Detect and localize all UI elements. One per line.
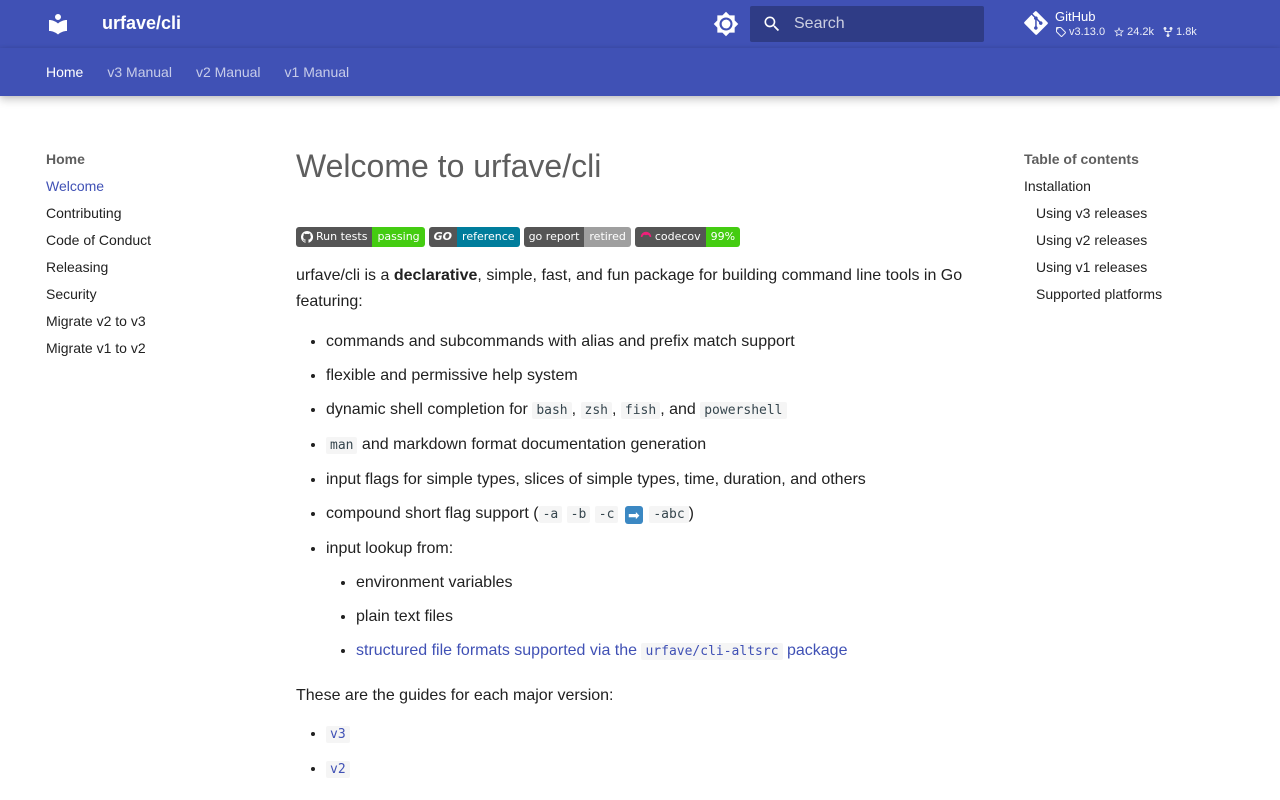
right-arrow-icon: ➡ bbox=[624, 506, 643, 524]
code-flag-a: -a bbox=[538, 506, 563, 523]
codecov-umbrella-icon bbox=[640, 231, 652, 237]
codecov-badge[interactable]: codecov 99% bbox=[634, 227, 741, 247]
toc-item-supported-platforms[interactable]: Supported platforms bbox=[1024, 285, 1244, 312]
fork-icon bbox=[1163, 26, 1173, 37]
nav-item-migrate-v1-v2[interactable]: Migrate v1 to v2 bbox=[46, 339, 246, 366]
list-item: environment variables bbox=[356, 570, 976, 596]
toc-title: Table of contents bbox=[1024, 151, 1139, 167]
star-icon bbox=[1114, 27, 1125, 37]
tab-v2-manual[interactable]: v2 Manual bbox=[196, 64, 261, 80]
toc-item-v3-releases[interactable]: Using v3 releases bbox=[1024, 204, 1244, 231]
go-report-badge[interactable]: go report retired bbox=[523, 227, 631, 247]
git-icon bbox=[1024, 11, 1048, 35]
version-link-v2[interactable]: v2 bbox=[326, 760, 350, 778]
badges: Run tests passing GO reference go report… bbox=[296, 227, 976, 247]
header: urfave/cli GitHub v3.13.0 24.2k 1.8k bbox=[0, 0, 1280, 48]
run-tests-badge[interactable]: Run tests passing bbox=[296, 227, 425, 247]
list-item: input lookup from: environment variables… bbox=[326, 536, 976, 665]
tag-icon bbox=[1056, 27, 1066, 37]
go-reference-badge[interactable]: GO reference bbox=[428, 227, 520, 247]
nav-item-welcome[interactable]: Welcome bbox=[46, 177, 246, 204]
table-of-contents: Table of contents Installation Using v3 … bbox=[1024, 150, 1244, 312]
toc-item-v2-releases[interactable]: Using v2 releases bbox=[1024, 231, 1244, 258]
versions-list: v3 v2 bbox=[296, 721, 976, 783]
primary-nav: Home Welcome Contributing Code of Conduc… bbox=[46, 150, 246, 366]
github-icon bbox=[301, 231, 313, 243]
repo-name: GitHub bbox=[1055, 9, 1096, 24]
list-item: v2 bbox=[326, 756, 976, 783]
nav-item-code-of-conduct[interactable]: Code of Conduct bbox=[46, 231, 246, 258]
toc-item-installation[interactable]: Installation bbox=[1024, 177, 1244, 204]
code-fish: fish bbox=[620, 402, 661, 419]
list-item: compound short flag support (-a -b -c ➡ … bbox=[326, 501, 976, 528]
list-item: dynamic shell completion for bash, zsh, … bbox=[326, 397, 976, 424]
guides-paragraph: These are the guides for each major vers… bbox=[296, 687, 614, 704]
code-bash: bash bbox=[532, 402, 572, 419]
repo-facts: v3.13.0 24.2k 1.8k bbox=[1055, 26, 1197, 38]
tab-v1-manual[interactable]: v1 Manual bbox=[285, 64, 350, 80]
search-box[interactable] bbox=[750, 6, 984, 42]
brightness-toggle-icon[interactable] bbox=[713, 11, 739, 37]
nav-title: Home bbox=[46, 151, 85, 167]
code-flag-c: -c bbox=[594, 506, 619, 523]
list-item: structured file formats supported via th… bbox=[356, 638, 976, 665]
code-flag-b: -b bbox=[566, 506, 591, 523]
repo-stars: 24.2k bbox=[1113, 26, 1154, 38]
tabs-bar: Home v3 Manual v2 Manual v1 Manual bbox=[0, 48, 1280, 96]
code-flag-abc: -abc bbox=[649, 506, 689, 523]
site-title[interactable]: urfave/cli bbox=[102, 13, 181, 34]
repo-version: v3.13.0 bbox=[1055, 26, 1105, 38]
altsrc-link[interactable]: structured file formats supported via th… bbox=[356, 642, 847, 660]
main-content: Welcome to urfave/cli Run tests passing … bbox=[296, 146, 976, 791]
search-icon bbox=[764, 16, 780, 32]
nav-item-releasing[interactable]: Releasing bbox=[46, 258, 246, 285]
list-item: plain text files bbox=[356, 604, 976, 630]
intro-paragraph: urfave/cli is a declarative, simple, fas… bbox=[296, 267, 963, 310]
github-repo-link[interactable]: GitHub v3.13.0 24.2k 1.8k bbox=[1024, 8, 1244, 42]
tabs: Home v3 Manual v2 Manual v1 Manual bbox=[46, 48, 349, 96]
toc-item-v1-releases[interactable]: Using v1 releases bbox=[1024, 258, 1244, 285]
nav-item-contributing[interactable]: Contributing bbox=[46, 204, 246, 231]
list-item: man and markdown format documentation ge… bbox=[326, 432, 976, 459]
version-link-v3[interactable]: v3 bbox=[326, 725, 350, 743]
search-input[interactable] bbox=[794, 6, 979, 42]
page-title: Welcome to urfave/cli bbox=[296, 148, 602, 184]
list-item: commands and subcommands with alias and … bbox=[326, 329, 976, 355]
repo-forks: 1.8k bbox=[1162, 26, 1197, 38]
nav-item-migrate-v2-v3[interactable]: Migrate v2 to v3 bbox=[46, 312, 246, 339]
book-logo-icon[interactable] bbox=[46, 12, 70, 36]
code-man: man bbox=[326, 437, 358, 454]
code-zsh: zsh bbox=[580, 402, 612, 419]
lookup-sources-list: environment variables plain text files s… bbox=[326, 570, 976, 665]
list-item: v3 bbox=[326, 721, 976, 748]
nav-item-security[interactable]: Security bbox=[46, 285, 246, 312]
tab-v3-manual[interactable]: v3 Manual bbox=[107, 64, 172, 80]
list-item: input flags for simple types, slices of … bbox=[326, 467, 976, 493]
code-powershell: powershell bbox=[700, 402, 787, 419]
features-list: commands and subcommands with alias and … bbox=[296, 329, 976, 665]
tab-home[interactable]: Home bbox=[46, 64, 83, 80]
list-item: flexible and permissive help system bbox=[326, 363, 976, 389]
